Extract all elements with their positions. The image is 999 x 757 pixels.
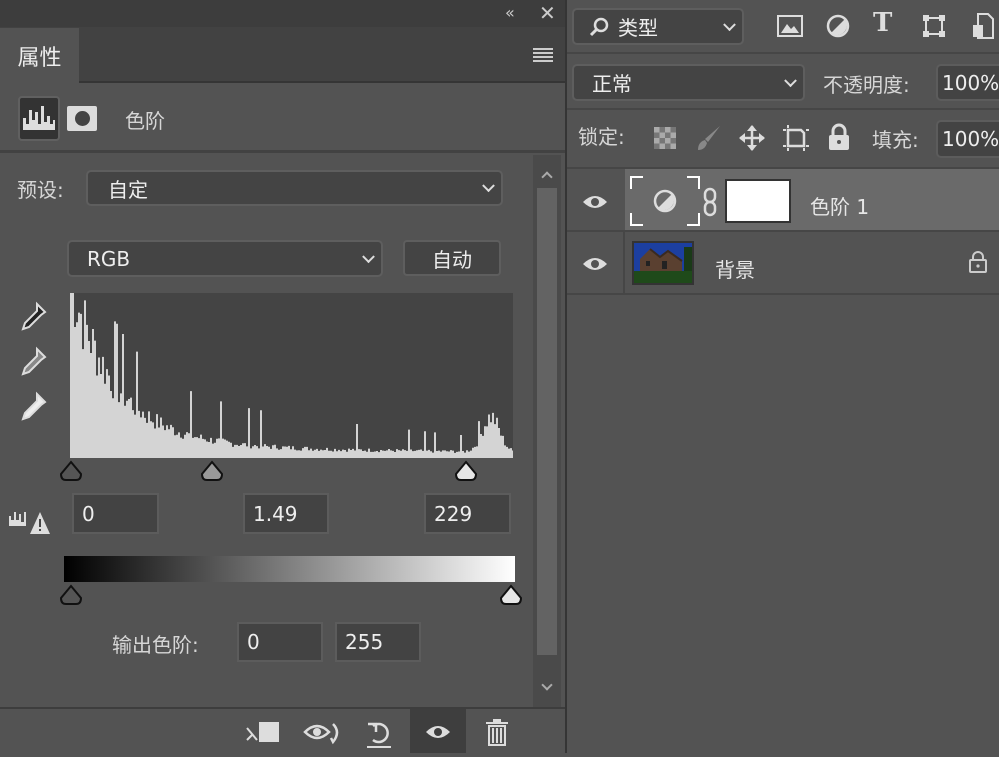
input-gamma-slider[interactable]	[200, 460, 224, 482]
preset-value: 自定	[108, 177, 148, 202]
divider	[0, 150, 565, 153]
chevron-down-icon	[784, 73, 797, 87]
lock-position-icon[interactable]	[738, 124, 766, 152]
chevron-down-icon	[723, 17, 736, 31]
opacity-label: 不透明度:	[823, 73, 910, 97]
clip-to-layer-icon[interactable]	[243, 720, 283, 748]
chevron-down-icon	[362, 249, 375, 263]
eye-icon	[583, 258, 607, 270]
layer-row-background[interactable]: 背景	[567, 232, 999, 293]
panel-top-bar	[0, 0, 565, 27]
layer-mask-thumbnail[interactable]	[725, 179, 791, 223]
filter-shape-layer-icon[interactable]	[922, 14, 946, 38]
output-black-field[interactable]: 0	[237, 622, 323, 662]
filter-adjustment-layer-icon[interactable]	[826, 14, 850, 38]
lock-transparent-pixels-icon[interactable]	[654, 127, 676, 149]
input-white-slider[interactable]	[454, 460, 478, 482]
channel-select[interactable]: RGB	[67, 240, 383, 277]
adjustment-icon	[653, 189, 677, 213]
eye-icon	[583, 196, 607, 208]
scroll-up-icon[interactable]	[541, 171, 553, 183]
blend-mode-select[interactable]: 正常	[572, 64, 805, 101]
lock-all-icon[interactable]	[828, 123, 850, 151]
preset-label: 预设:	[17, 178, 64, 202]
lock-artboard-icon[interactable]	[782, 124, 810, 152]
search-icon	[589, 17, 609, 36]
layer-name[interactable]: 色阶 1	[810, 191, 869, 220]
filter-type-value: 类型	[618, 16, 658, 40]
tab-bar	[0, 27, 565, 83]
output-white-slider[interactable]	[499, 584, 523, 606]
input-gamma-field[interactable]: 1.49	[243, 493, 329, 534]
reset-icon[interactable]	[365, 720, 395, 750]
layer-name[interactable]: 背景	[715, 254, 755, 283]
divider	[567, 293, 999, 295]
histogram	[70, 293, 513, 458]
scroll-down-icon[interactable]	[541, 679, 553, 691]
input-black-slider[interactable]	[59, 460, 83, 482]
divider	[567, 52, 999, 54]
layer-thumbnail[interactable]	[632, 241, 694, 285]
scrollbar[interactable]	[533, 155, 561, 707]
histogram-shape	[70, 293, 513, 458]
properties-panel: « ✕ 属性 色阶 预设: 自定 RGB 自动 0 1.49 229 输出色阶:…	[0, 0, 565, 753]
levels-adjustment-icon[interactable]	[18, 96, 60, 141]
input-black-field[interactable]: 0	[72, 493, 159, 534]
trash-icon[interactable]	[484, 719, 510, 747]
divider	[567, 108, 999, 110]
link-icon[interactable]	[703, 187, 717, 217]
clipping-warning-icon[interactable]	[8, 508, 50, 536]
close-icon[interactable]: ✕	[539, 1, 556, 25]
filter-pixel-layer-icon[interactable]	[777, 15, 803, 37]
filter-smart-object-icon[interactable]	[972, 13, 994, 39]
layer-visibility-toggle[interactable]	[567, 169, 624, 230]
filter-type-select[interactable]: 类型	[572, 8, 744, 45]
collapse-icon[interactable]: «	[505, 3, 515, 22]
blend-mode-value: 正常	[592, 72, 632, 96]
fill-label: 填充:	[872, 128, 919, 152]
gray-point-eyedropper-icon[interactable]	[15, 345, 49, 379]
tab-properties[interactable]: 属性	[0, 28, 79, 84]
preset-select[interactable]: 自定	[86, 170, 503, 206]
black-point-eyedropper-icon[interactable]	[15, 300, 49, 334]
fill-field[interactable]: 100%	[936, 120, 999, 158]
scrollbar-thumb[interactable]	[537, 188, 557, 655]
layer-row-levels[interactable]: 色阶 1	[567, 169, 999, 230]
view-previous-state-icon[interactable]	[303, 720, 343, 750]
lock-label: 锁定:	[578, 125, 625, 149]
output-white-field[interactable]: 255	[335, 622, 421, 662]
eye-icon	[426, 726, 450, 738]
white-point-eyedropper-icon[interactable]	[15, 390, 49, 424]
auto-button[interactable]: 自动	[403, 240, 501, 276]
layers-panel: 类型 T 正常 不透明度: 100% 锁定: 填充: 100% 色阶 1 背景	[567, 0, 999, 753]
mask-icon[interactable]	[67, 106, 97, 131]
lock-image-pixels-icon[interactable]	[696, 124, 722, 152]
input-white-field[interactable]: 229	[424, 493, 511, 534]
adjustment-thumbnail[interactable]	[629, 175, 701, 227]
channel-value: RGB	[87, 246, 131, 271]
panel-menu-icon[interactable]	[533, 48, 553, 62]
layer-lock-icon	[969, 251, 987, 273]
output-black-slider[interactable]	[59, 584, 83, 606]
opacity-field[interactable]: 100%	[936, 64, 999, 101]
toggle-visibility-button[interactable]	[410, 709, 466, 753]
chevron-down-icon	[482, 179, 495, 193]
divider	[623, 232, 625, 293]
output-levels-label: 输出色阶:	[112, 633, 199, 657]
filter-type-layer-icon[interactable]: T	[873, 8, 892, 38]
adjustment-title: 色阶	[125, 109, 165, 133]
output-gradient-bar	[64, 556, 515, 582]
layer-visibility-toggle[interactable]	[567, 232, 624, 293]
